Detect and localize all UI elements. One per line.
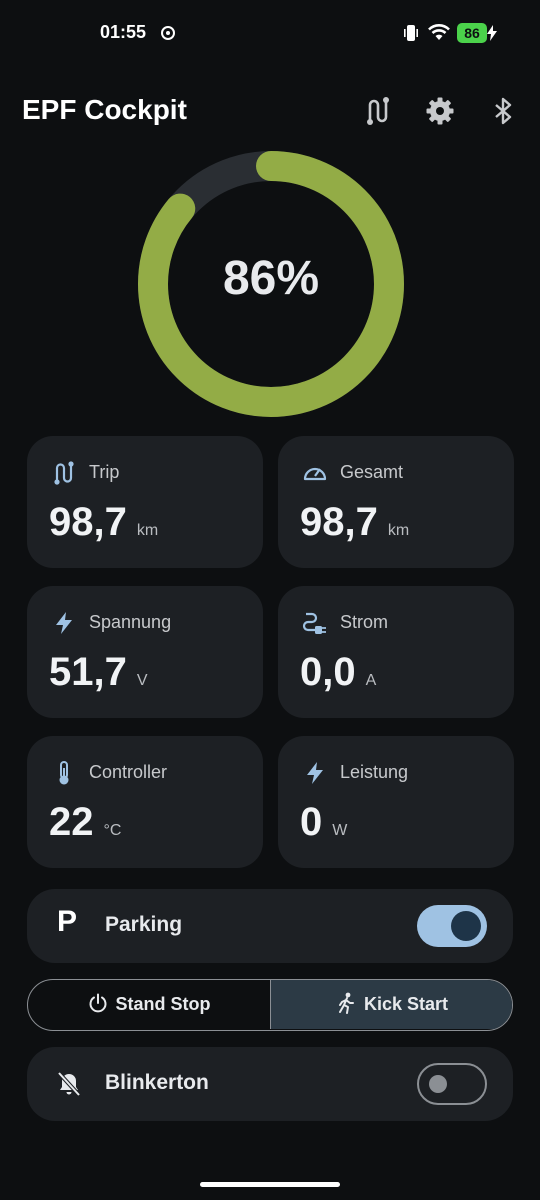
vibrate-icon (404, 25, 418, 41)
parking-toggle[interactable] (417, 905, 487, 947)
blinker-toggle[interactable] (417, 1063, 487, 1105)
start-mode-selector: Stand Stop Kick Start (27, 979, 513, 1031)
stand-stop-button[interactable]: Stand Stop (28, 980, 270, 1029)
card-unit: A (365, 672, 377, 689)
card-strom: Strom 0,0 A (278, 586, 514, 718)
battery-indicator: 86 (457, 23, 487, 43)
card-label: Leistung (340, 762, 409, 782)
card-value: 51,7 (49, 650, 127, 694)
battery-percentage: 86% (222, 252, 320, 305)
parking-row: P Parking (27, 889, 513, 963)
card-label: Strom (340, 612, 389, 632)
recording-icon (161, 26, 175, 40)
card-value: 22 (49, 800, 94, 844)
card-spannung: Spannung 51,7 V (27, 586, 263, 718)
kick-start-label: Kick Start (363, 994, 449, 1014)
home-indicator[interactable] (200, 1182, 340, 1187)
card-unit: °C (103, 822, 122, 839)
bolt-icon (307, 762, 323, 784)
card-trip: Trip 98,7 km (27, 436, 263, 568)
toggle-knob (451, 911, 481, 941)
route-icon[interactable] (363, 96, 393, 126)
card-label: Gesamt (340, 462, 404, 482)
status-bar: 01:55 86 (0, 0, 540, 66)
status-time: 01:55 (100, 22, 147, 42)
card-value-row: 98,7 km (49, 500, 158, 545)
battery-gauge: 86% (136, 151, 406, 417)
card-gesamt: Gesamt 98,7 km (278, 436, 514, 568)
charging-icon (487, 25, 497, 41)
card-value-row: 0W (300, 800, 347, 845)
card-value: 0,0 (300, 650, 356, 694)
card-unit: V (136, 672, 148, 689)
kick-start-button[interactable]: Kick Start (270, 980, 512, 1029)
wifi-icon (428, 24, 450, 40)
toggle-knob (429, 1075, 447, 1093)
bell-off-icon (57, 1071, 81, 1097)
card-controller: Controller 22 °C (27, 736, 263, 868)
card-unit: km (136, 522, 159, 539)
gear-icon[interactable] (425, 96, 455, 126)
card-value: 98,7 (49, 500, 127, 544)
card-value-row: 98,7 km (300, 500, 409, 545)
card-unit: km (387, 522, 410, 539)
card-label: Controller (89, 762, 168, 782)
blinker-label: Blinkerton (105, 1071, 209, 1094)
page-title: EPF Cockpit (22, 94, 187, 125)
card-value: 98,7 (300, 500, 378, 544)
thermometer-icon (59, 761, 69, 785)
stand-stop-label: Stand Stop (115, 994, 211, 1014)
route-icon (54, 461, 74, 485)
power-icon (89, 993, 106, 1013)
card-value: 0 (300, 800, 323, 844)
walking-icon (338, 992, 354, 1015)
app-header: EPF Cockpit (0, 86, 540, 136)
plug-icon (302, 612, 326, 634)
blinker-row: Blinkerton (27, 1047, 513, 1121)
card-leistung: Leistung 0W (278, 736, 514, 868)
bolt-icon (56, 612, 72, 634)
speedometer-icon (303, 467, 327, 481)
parking-icon: P (57, 905, 78, 938)
parking-label: Parking (105, 913, 183, 936)
card-label: Spannung (89, 612, 172, 632)
card-unit: W (332, 822, 348, 839)
card-value-row: 51,7 V (49, 650, 148, 695)
bluetooth-icon[interactable] (488, 96, 518, 126)
card-label: Trip (89, 462, 120, 482)
card-value-row: 0,0 A (300, 650, 376, 695)
card-value-row: 22 °C (49, 800, 121, 845)
